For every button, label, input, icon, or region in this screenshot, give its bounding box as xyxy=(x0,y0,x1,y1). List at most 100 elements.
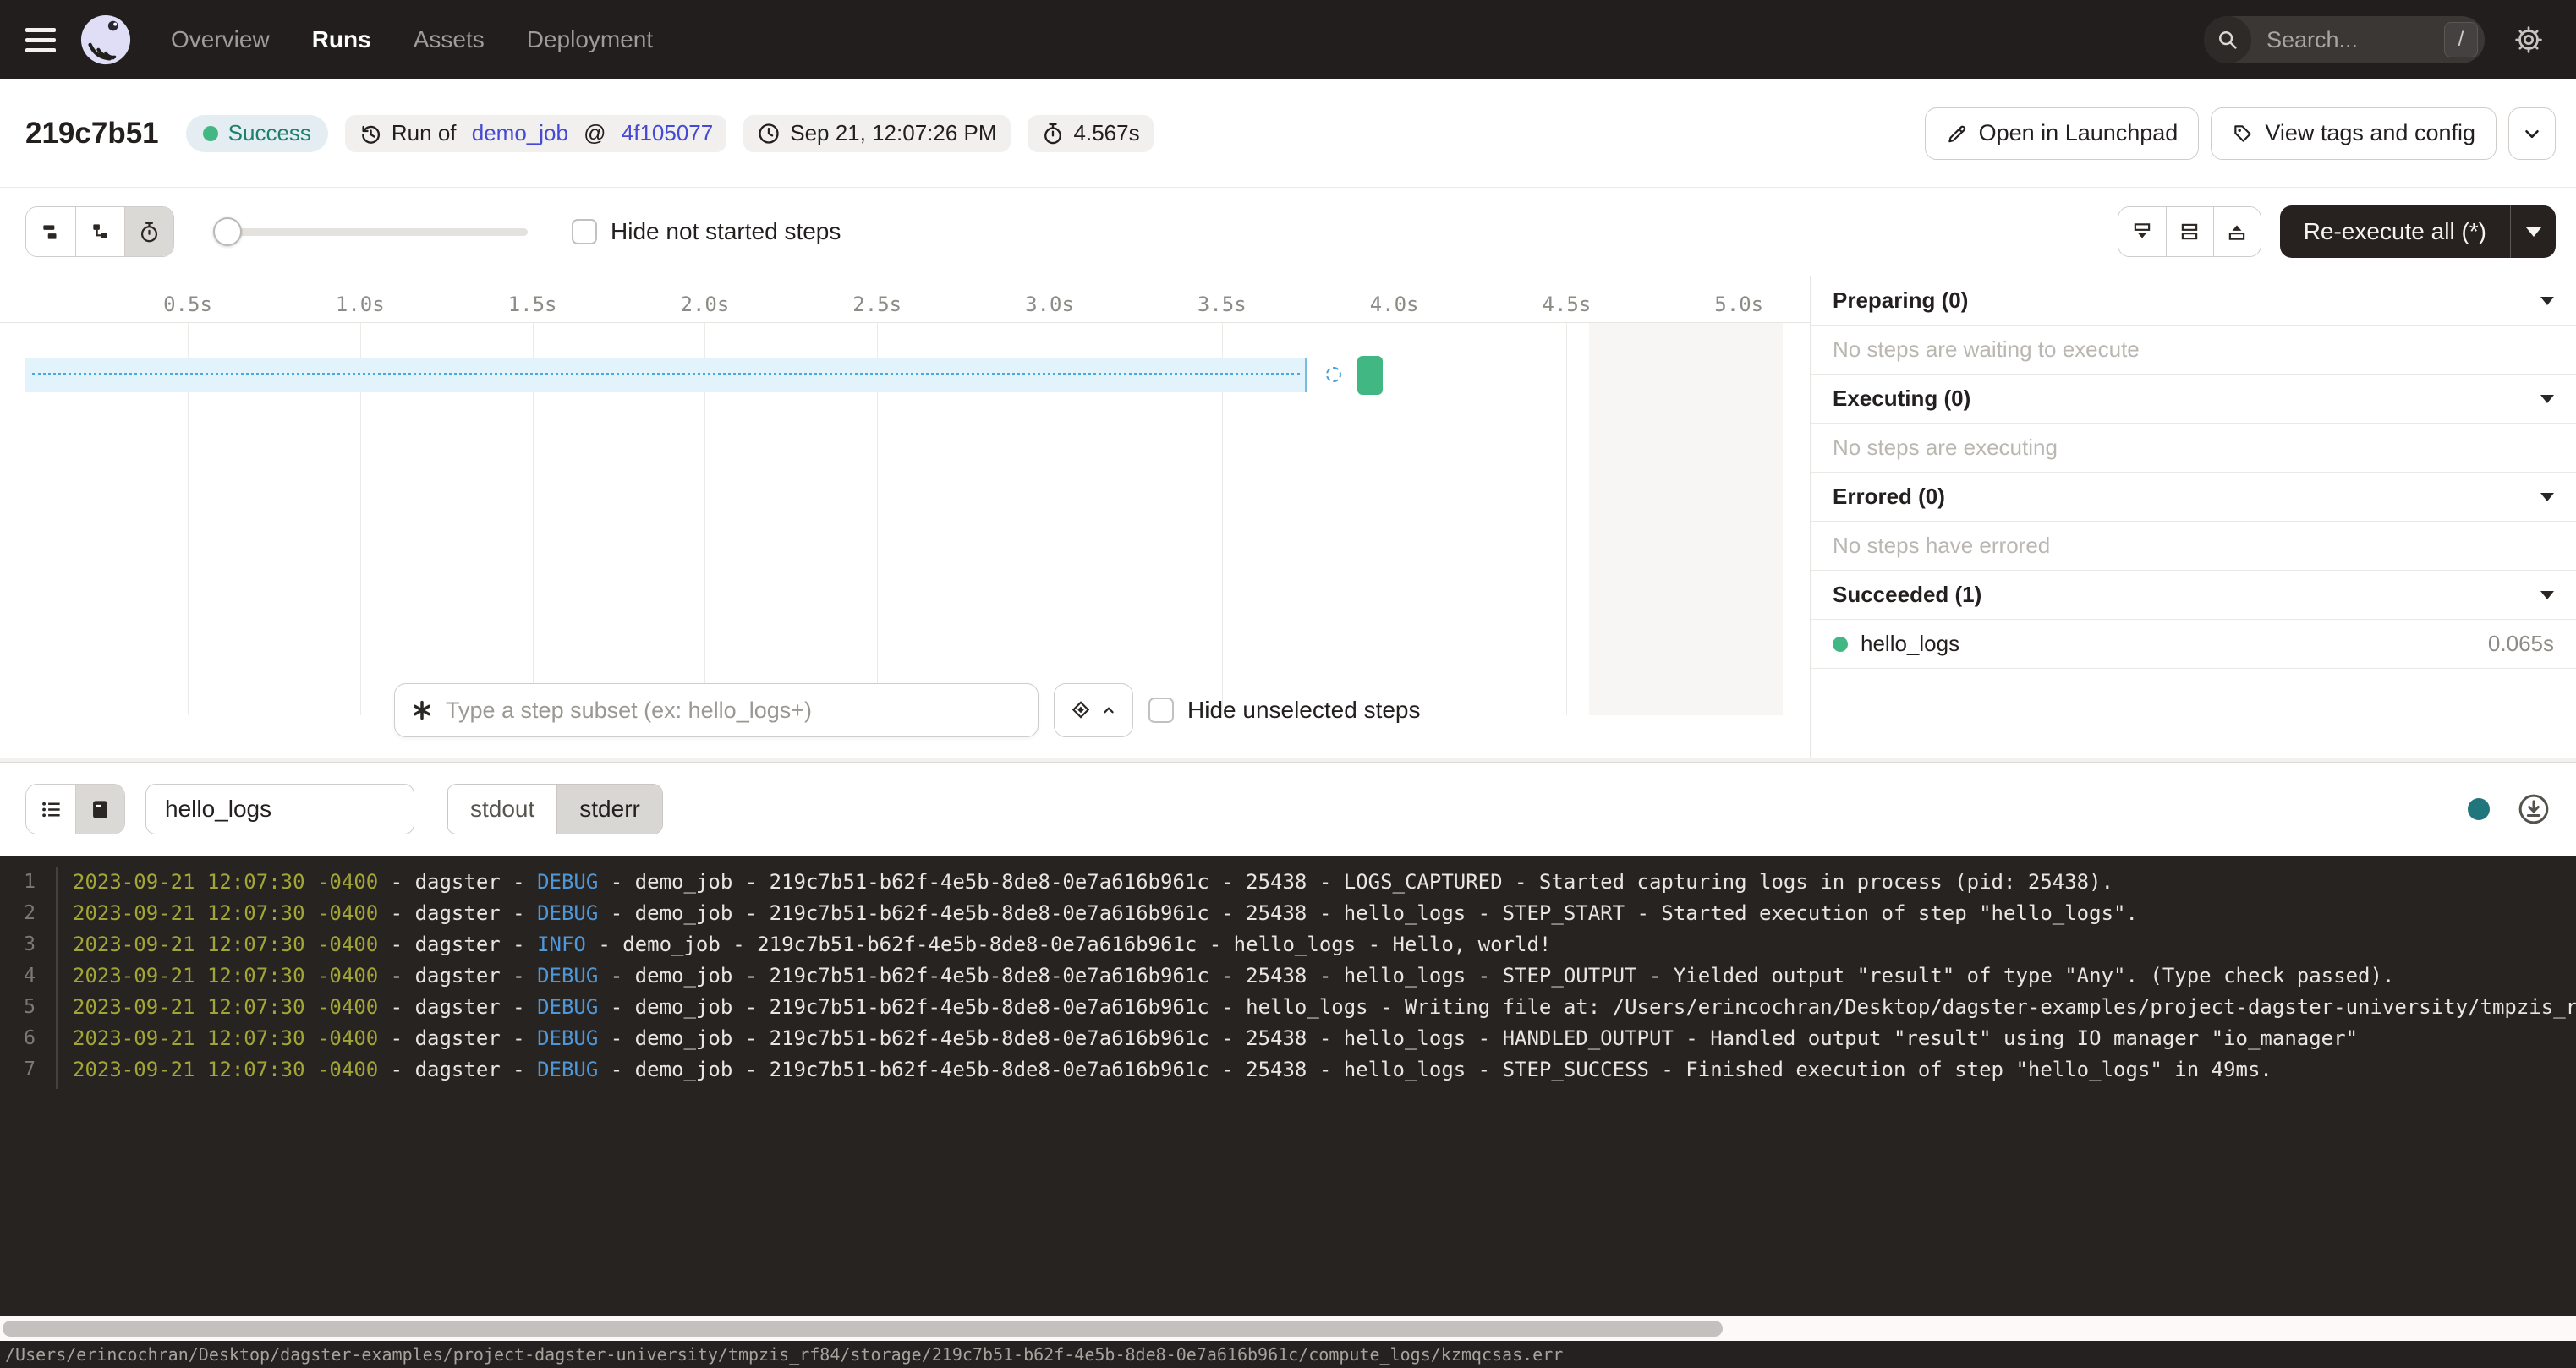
caret-down-icon xyxy=(2540,591,2554,599)
log-line-number: 4 xyxy=(0,965,56,987)
log-step-filter-input[interactable] xyxy=(145,784,414,834)
tag-icon xyxy=(2232,123,2254,145)
commit-link[interactable]: 4f105077 xyxy=(622,120,713,146)
panel-section-header[interactable]: Preparing (0) xyxy=(1811,276,2576,326)
axis-tick-label: 5.0s xyxy=(1714,293,1763,316)
selection-options-button[interactable] xyxy=(1054,683,1133,737)
menu-icon[interactable] xyxy=(25,28,56,52)
log-line-text: 2023-09-21 12:07:30 -0400 - dagster - DE… xyxy=(56,1026,2576,1050)
log-file-path: /Users/erincochran/Desktop/dagster-examp… xyxy=(5,1344,1563,1365)
slider-track[interactable] xyxy=(213,228,528,236)
view-tags-config-button[interactable]: View tags and config xyxy=(2211,107,2497,160)
download-log-button[interactable] xyxy=(2517,792,2551,826)
panel-section-header[interactable]: Executing (0) xyxy=(1811,375,2576,424)
log-level: INFO xyxy=(537,933,586,956)
caret-down-icon xyxy=(2540,493,2554,501)
nav-link[interactable]: Runs xyxy=(312,26,371,53)
slider-knob[interactable] xyxy=(213,217,242,246)
gantt-timed-view-button[interactable] xyxy=(124,207,173,256)
split-panes-button[interactable] xyxy=(2166,207,2213,256)
caret-down-icon xyxy=(2540,297,2554,305)
panel-section-header[interactable]: Errored (0) xyxy=(1811,473,2576,522)
log-message: - demo_job - 219c7b51-b62f-4e5b-8de8-0e7… xyxy=(598,901,2138,925)
gantt-flat-view-button[interactable] xyxy=(26,207,75,256)
axis-tick-label: 3.0s xyxy=(1025,293,1074,316)
more-run-actions-button[interactable] xyxy=(2508,107,2556,160)
show-top-pane-button[interactable] xyxy=(2213,207,2261,256)
structured-logs-button[interactable] xyxy=(26,785,75,834)
timestamp-label: Sep 21, 12:07:26 PM xyxy=(790,120,996,146)
re-execute-all-label: Re-execute all (*) xyxy=(2280,218,2510,245)
hide-not-started-checkbox[interactable]: Hide not started steps xyxy=(572,218,841,245)
log-toolbar: stdoutstderr xyxy=(0,763,2576,856)
log-line: 4 2023-09-21 12:07:30 -0400 - dagster - … xyxy=(0,960,2576,991)
collapse-down-icon xyxy=(2131,221,2153,243)
gantt-toolbar: Hide not started steps Re-execute all (* xyxy=(0,188,2576,276)
log-source: - dagster - xyxy=(378,995,537,1019)
open-in-launchpad-button[interactable]: Open in Launchpad xyxy=(1925,107,2200,160)
log-timestamp: 2023-09-21 12:07:30 -0400 xyxy=(73,995,378,1019)
log-source: - dagster - xyxy=(378,1058,537,1081)
panel-section: Executing (0) No steps are executing xyxy=(1811,375,2576,473)
caret-down-icon xyxy=(2526,227,2541,237)
scrollbar-thumb[interactable] xyxy=(3,1321,1723,1337)
panel-step-row[interactable]: hello_logs 0.065s xyxy=(1811,620,2576,669)
nav-link[interactable]: Assets xyxy=(414,26,485,53)
settings-gear-icon[interactable] xyxy=(2513,25,2544,55)
log-line: 5 2023-09-21 12:07:30 -0400 - dagster - … xyxy=(0,991,2576,1022)
log-line-text: 2023-09-21 12:07:30 -0400 - dagster - DE… xyxy=(56,870,2576,894)
log-line-text: 2023-09-21 12:07:30 -0400 - dagster - DE… xyxy=(56,964,2576,988)
log-line: 2 2023-09-21 12:07:30 -0400 - dagster - … xyxy=(0,897,2576,928)
raw-logs-button[interactable] xyxy=(75,785,124,834)
log-line-text: 2023-09-21 12:07:30 -0400 - dagster - IN… xyxy=(56,933,2576,956)
pencil-icon xyxy=(1946,123,1968,145)
at-separator: @ xyxy=(578,120,612,146)
panel-section-title: Errored (0) xyxy=(1833,484,1945,510)
log-line-text: 2023-09-21 12:07:30 -0400 - dagster - DE… xyxy=(56,1058,2576,1081)
re-execute-all-button[interactable]: Re-execute all (*) xyxy=(2280,205,2556,258)
axis-tick-label: 4.0s xyxy=(1370,293,1419,316)
job-link[interactable]: demo_job xyxy=(472,120,568,146)
log-line: 3 2023-09-21 12:07:30 -0400 - dagster - … xyxy=(0,928,2576,960)
show-bottom-pane-button[interactable] xyxy=(2118,207,2166,256)
op-selector-icon xyxy=(410,698,434,722)
log-source: - dagster - xyxy=(378,1026,537,1050)
nav-link[interactable]: Deployment xyxy=(527,26,653,53)
log-line: 7 2023-09-21 12:07:30 -0400 - dagster - … xyxy=(0,1053,2576,1085)
hide-not-started-label: Hide not started steps xyxy=(611,218,841,245)
gantt-waiting-band xyxy=(25,358,1307,392)
log-line-number: 1 xyxy=(0,871,56,893)
log-level: DEBUG xyxy=(537,1026,598,1050)
history-icon xyxy=(359,122,382,145)
collapse-up-icon xyxy=(2226,221,2248,243)
gantt-step-bar-hello-logs[interactable] xyxy=(1357,356,1383,395)
log-source: - dagster - xyxy=(378,933,537,956)
panel-empty-state: No steps are executing xyxy=(1811,424,2576,473)
panel-section-header[interactable]: Succeeded (1) xyxy=(1811,571,2576,620)
axis-tick-label: 4.5s xyxy=(1542,293,1591,316)
checkbox-box[interactable] xyxy=(1148,698,1174,723)
axis-tick-label: 2.5s xyxy=(852,293,902,316)
gantt-waterfall-view-button[interactable] xyxy=(75,207,124,256)
checkbox-box[interactable] xyxy=(572,219,597,244)
nav-link[interactable]: Overview xyxy=(171,26,270,53)
dagster-logo-icon[interactable] xyxy=(79,14,132,66)
search-input[interactable]: Search... / xyxy=(2204,16,2485,63)
panel-empty-text: No steps are waiting to execute xyxy=(1833,337,2140,363)
log-line-number: 2 xyxy=(0,902,56,924)
log-output: 1 2023-09-21 12:07:30 -0400 - dagster - … xyxy=(0,856,2576,1316)
gantt-waiting-dotted-line xyxy=(32,373,1300,375)
hide-unselected-checkbox[interactable]: Hide unselected steps xyxy=(1148,697,1421,724)
waterfall-view-icon xyxy=(90,221,112,243)
stream-tab[interactable]: stdout xyxy=(447,785,556,834)
step-subset-input[interactable] xyxy=(446,698,1022,724)
success-dot-icon xyxy=(203,126,218,141)
log-view-segmented xyxy=(25,784,125,834)
gridline xyxy=(1566,323,1567,715)
re-execute-options-button[interactable] xyxy=(2510,205,2556,258)
gantt-view-segmented xyxy=(25,206,174,257)
gantt-step-marker-icon[interactable] xyxy=(1326,367,1341,382)
log-message: - demo_job - 219c7b51-b62f-4e5b-8de8-0e7… xyxy=(598,1026,2358,1050)
gantt-chart: 0.5s1.0s1.5s2.0s2.5s3.0s3.5s4.0s4.5s5.0s xyxy=(0,276,2576,758)
stream-tab[interactable]: stderr xyxy=(556,785,662,834)
